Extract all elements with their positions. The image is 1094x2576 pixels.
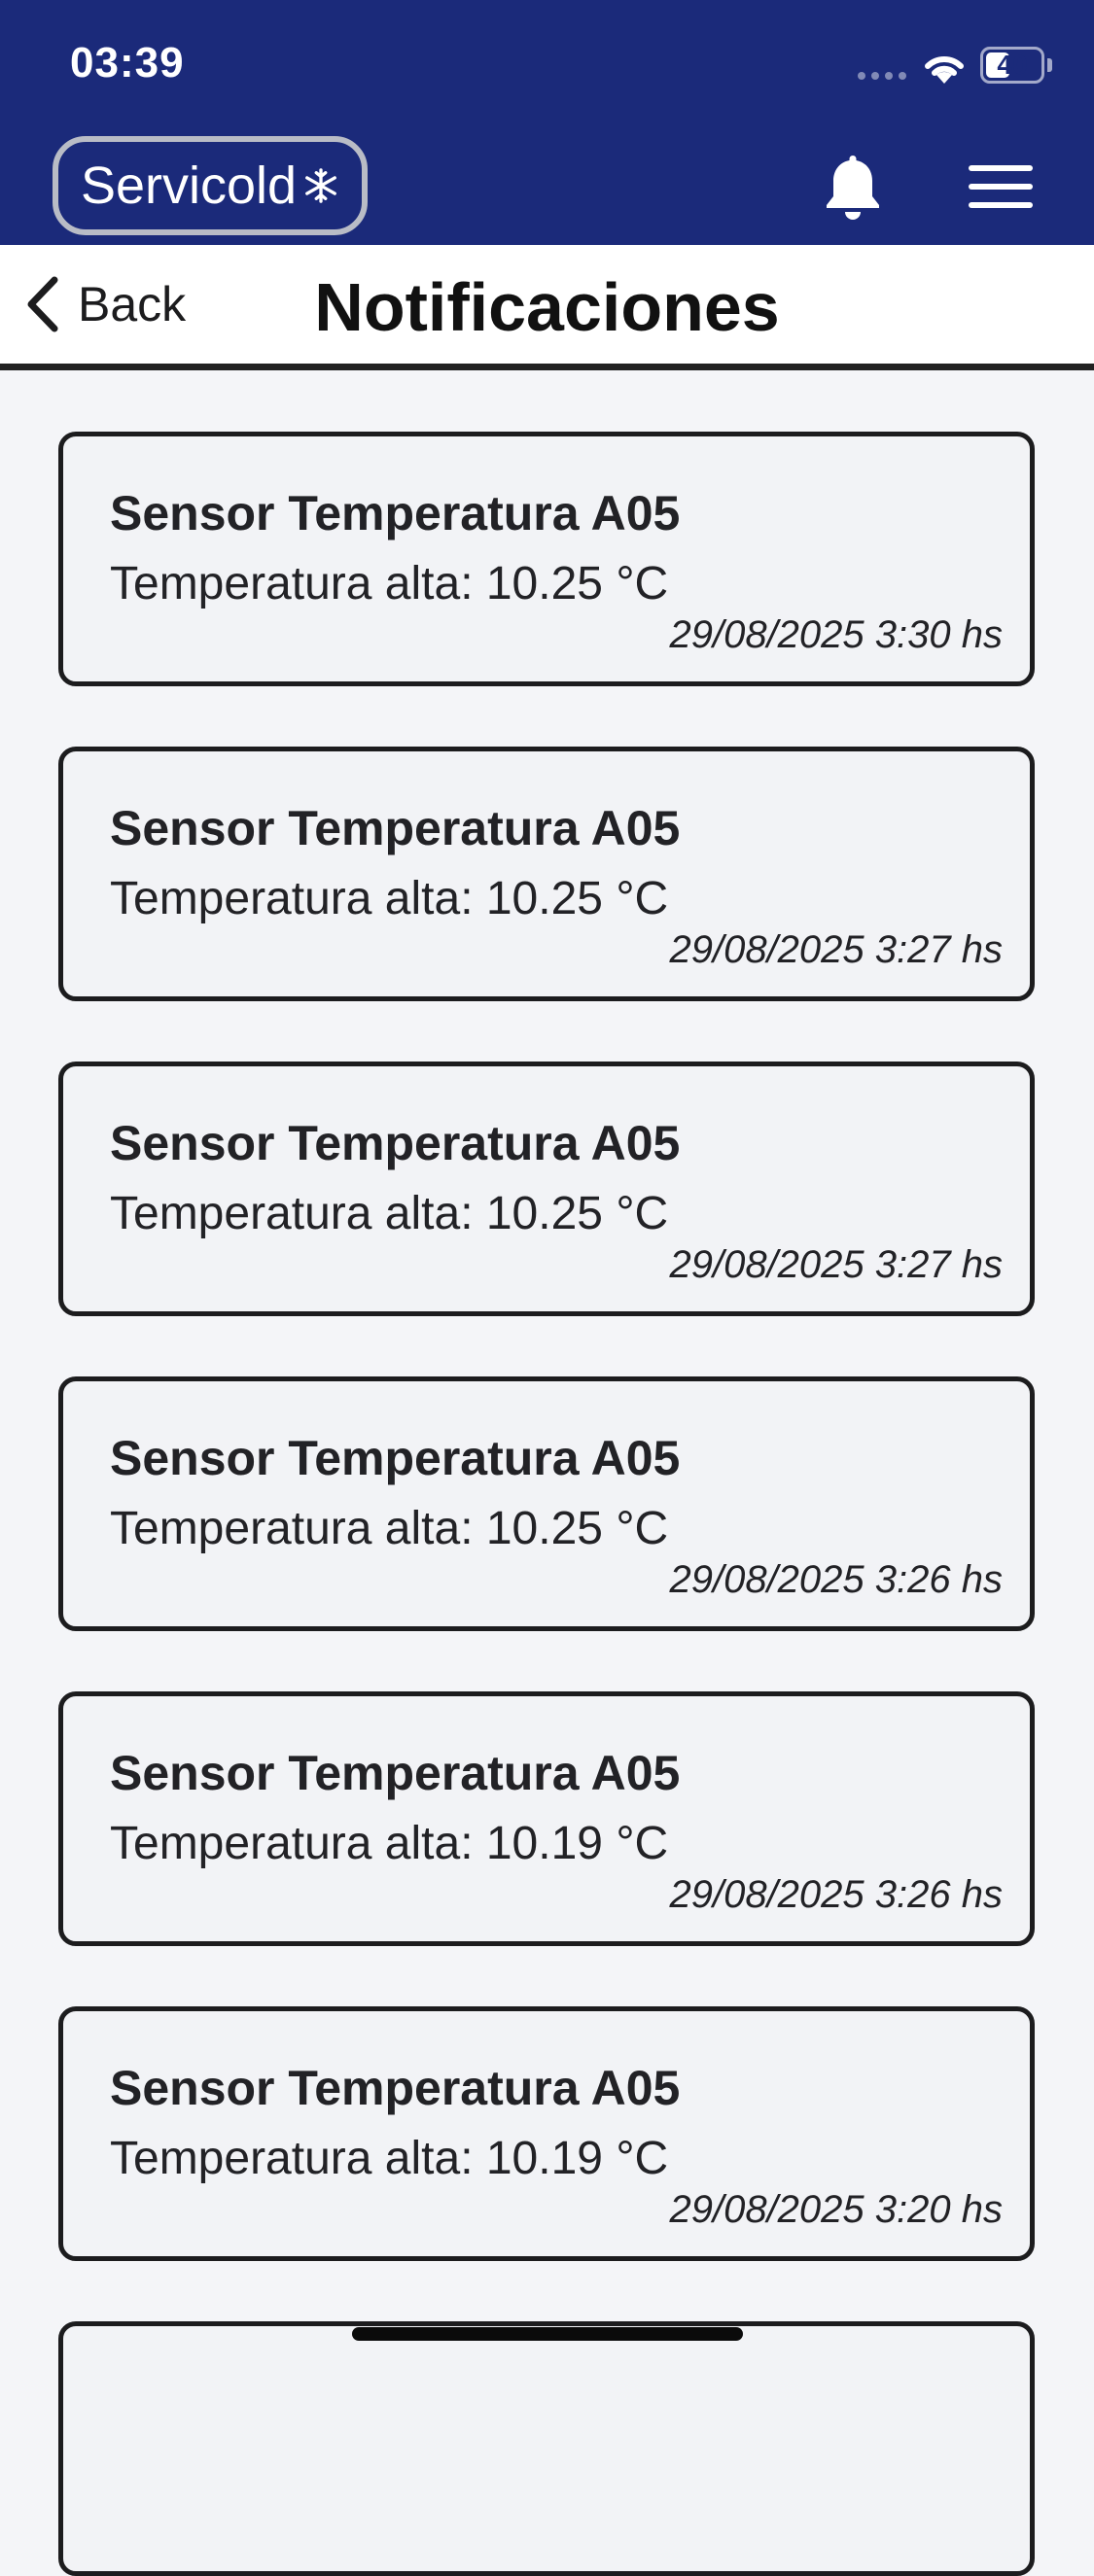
notification-message: Temperatura alta: 10.25 °C: [110, 1188, 669, 1239]
notification-timestamp: 29/08/2025 3:26 hs: [669, 1873, 1003, 1916]
app-header: 03:39 40 Servicold: [0, 0, 1094, 245]
notification-title: Sensor Temperatura A05: [110, 801, 681, 855]
notification-timestamp: 29/08/2025 3:20 hs: [669, 2188, 1003, 2231]
notification-timestamp: 29/08/2025 3:30 hs: [669, 613, 1003, 656]
notification-message: Temperatura alta: 10.25 °C: [110, 558, 669, 609]
menu-icon[interactable]: [969, 163, 1033, 210]
servicold-logo[interactable]: Servicold: [53, 136, 368, 235]
notification-timestamp: 29/08/2025 3:26 hs: [669, 1558, 1003, 1601]
notification-message: Temperatura alta: 10.19 °C: [110, 2133, 669, 2184]
notification-card[interactable]: Sensor Temperatura A05 Temperatura alta:…: [58, 1062, 1035, 1316]
logo-text: Servicold: [80, 157, 298, 215]
notification-card-partial[interactable]: [58, 2321, 1035, 2576]
snowflake-icon: [305, 168, 336, 203]
notification-message: Temperatura alta: 10.25 °C: [110, 1503, 669, 1554]
notification-card[interactable]: Sensor Temperatura A05 Temperatura alta:…: [58, 747, 1035, 1001]
wifi-icon: [925, 55, 964, 84]
bell-icon[interactable]: [823, 152, 883, 222]
notification-title: Sensor Temperatura A05: [110, 1746, 681, 1800]
notification-title: Sensor Temperatura A05: [110, 1116, 681, 1170]
battery-level: 40: [997, 50, 1028, 80]
notification-timestamp: 29/08/2025 3:27 hs: [669, 1243, 1003, 1286]
notification-card[interactable]: Sensor Temperatura A05 Temperatura alta:…: [58, 432, 1035, 686]
notification-card[interactable]: Sensor Temperatura A05 Temperatura alta:…: [58, 2006, 1035, 2261]
battery-cap: [1047, 58, 1052, 72]
notification-message: Temperatura alta: 10.25 °C: [110, 873, 669, 924]
navigation-bar: Back Notificaciones: [0, 245, 1094, 370]
status-time: 03:39: [70, 39, 185, 87]
notification-card[interactable]: Sensor Temperatura A05 Temperatura alta:…: [58, 1376, 1035, 1631]
notification-title: Sensor Temperatura A05: [110, 486, 681, 540]
notification-card[interactable]: Sensor Temperatura A05 Temperatura alta:…: [58, 1691, 1035, 1946]
cellular-signal-icon: [858, 72, 906, 80]
notification-message: Temperatura alta: 10.19 °C: [110, 1818, 669, 1869]
notification-title: Sensor Temperatura A05: [110, 1431, 681, 1485]
page-title: Notificaciones: [314, 269, 780, 345]
home-indicator[interactable]: [352, 2327, 743, 2341]
battery-icon: 40: [980, 47, 1044, 84]
notification-title: Sensor Temperatura A05: [110, 2061, 681, 2115]
notification-list: Sensor Temperatura A05 Temperatura alta:…: [58, 432, 1037, 2576]
notification-timestamp: 29/08/2025 3:27 hs: [669, 928, 1003, 971]
